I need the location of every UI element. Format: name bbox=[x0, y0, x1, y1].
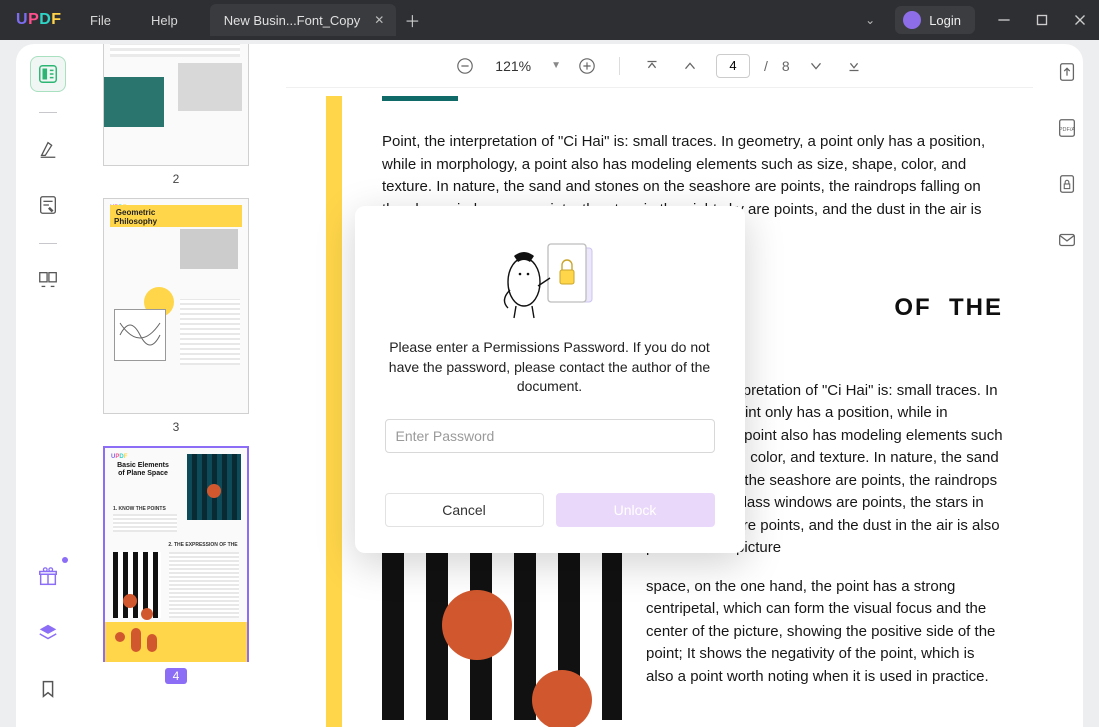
dialog-message: Please enter a Permissions Password. If … bbox=[385, 338, 715, 397]
title-dropdown-icon[interactable]: ⌄ bbox=[855, 13, 885, 27]
menu-file[interactable]: File bbox=[70, 13, 131, 28]
title-bar: UPDF File Help New Busin...Font_Copy ✕ ＋… bbox=[0, 0, 1099, 40]
password-input[interactable] bbox=[385, 419, 715, 453]
tab-label: New Busin...Font_Copy bbox=[224, 13, 361, 28]
window-close-button[interactable] bbox=[1061, 0, 1099, 40]
app-logo: UPDF bbox=[0, 11, 70, 29]
new-tab-button[interactable]: ＋ bbox=[396, 8, 428, 32]
login-button[interactable]: Login bbox=[895, 6, 975, 34]
password-dialog: Please enter a Permissions Password. If … bbox=[355, 206, 745, 553]
close-tab-icon[interactable]: ✕ bbox=[374, 13, 384, 27]
login-label: Login bbox=[929, 13, 961, 28]
cancel-button[interactable]: Cancel bbox=[385, 493, 544, 527]
avatar-icon bbox=[903, 11, 921, 29]
window-maximize-button[interactable] bbox=[1023, 0, 1061, 40]
main-area: 2 UPDF Geometric Philosophy bbox=[0, 40, 1099, 727]
window-minimize-button[interactable] bbox=[985, 0, 1023, 40]
modal-overlay: Please enter a Permissions Password. If … bbox=[0, 40, 1099, 727]
menu-help[interactable]: Help bbox=[131, 13, 198, 28]
unlock-button[interactable]: Unlock bbox=[556, 493, 715, 527]
document-tab[interactable]: New Busin...Font_Copy ✕ bbox=[210, 4, 397, 36]
lock-illustration-icon bbox=[490, 234, 610, 324]
